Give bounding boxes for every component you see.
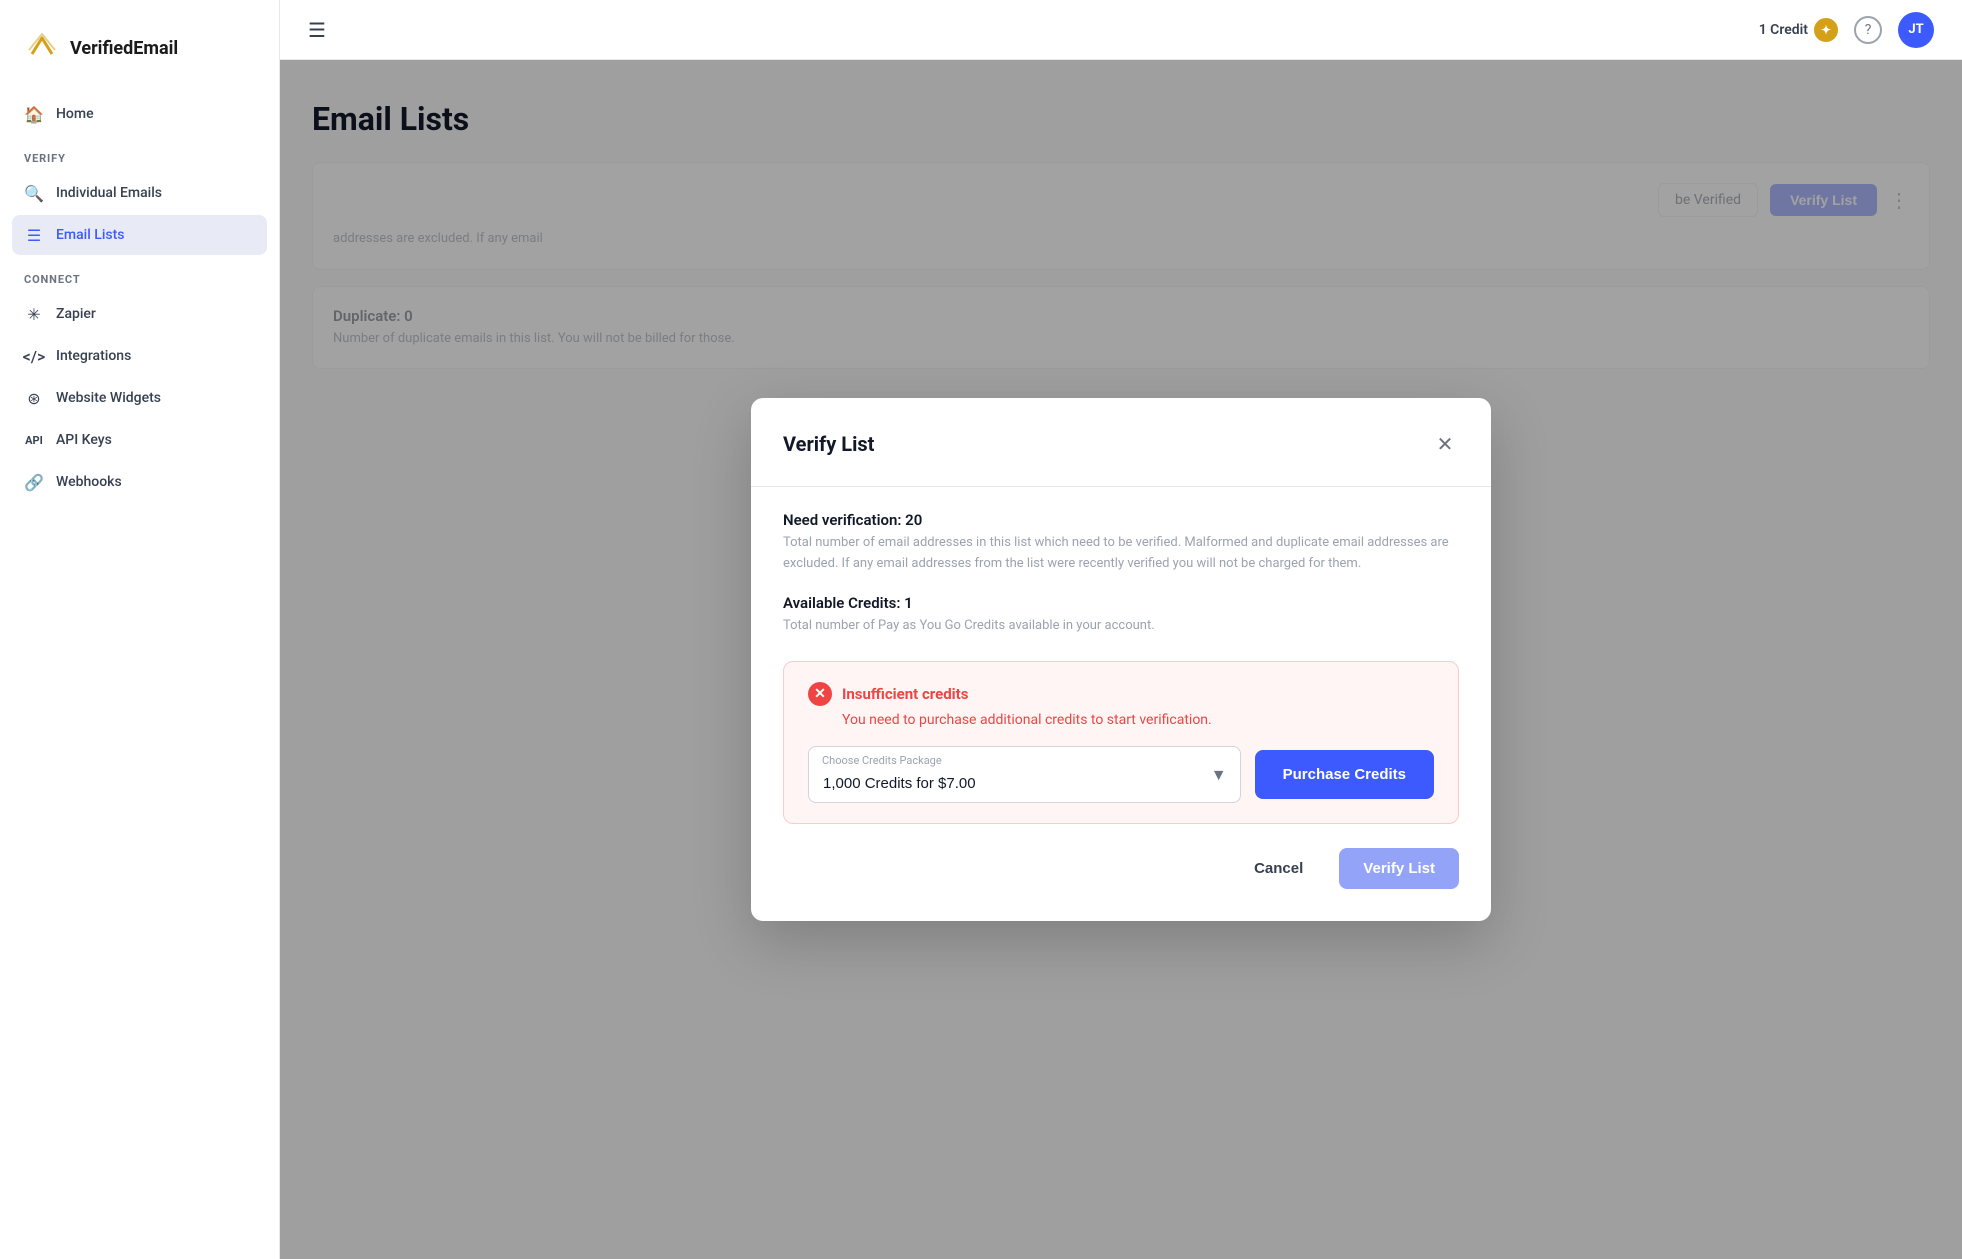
connect-section-label: CONNECT: [12, 257, 267, 294]
menu-icon[interactable]: ☰: [308, 18, 326, 42]
sidebar-item-webhooks[interactable]: 🔗 Webhooks: [12, 462, 267, 502]
modal-footer: Cancel Verify List: [783, 848, 1459, 889]
need-verification-desc: Total number of email addresses in this …: [783, 533, 1459, 575]
sidebar-item-zapier-label: Zapier: [56, 306, 96, 322]
error-header: ✕ Insufficient credits: [808, 682, 1434, 706]
sidebar-item-email-lists-label: Email Lists: [56, 227, 124, 243]
sidebar-item-webhooks-label: Webhooks: [56, 474, 122, 490]
avatar[interactable]: JT: [1898, 12, 1934, 48]
cancel-button[interactable]: Cancel: [1234, 848, 1323, 889]
purchase-credits-button[interactable]: Purchase Credits: [1255, 750, 1434, 799]
credits-label: 1 Credit: [1759, 22, 1808, 38]
sidebar-item-api-keys[interactable]: API API Keys: [12, 420, 267, 460]
webhooks-icon: 🔗: [24, 472, 44, 492]
topbar: ☰ 1 Credit ✦ ? JT: [280, 0, 1962, 60]
error-icon: ✕: [808, 682, 832, 706]
sidebar-item-home[interactable]: 🏠 Home: [12, 94, 267, 134]
sidebar-item-integrations-label: Integrations: [56, 348, 131, 364]
credits-coin-icon: ✦: [1814, 18, 1838, 42]
topbar-right: 1 Credit ✦ ? JT: [1759, 12, 1934, 48]
page-content: Email Lists be Verified Verify List ⋮ ad…: [280, 60, 1962, 1259]
verify-section-label: VERIFY: [12, 136, 267, 173]
verify-list-modal: Verify List ✕ Need verification: 20 Tota…: [751, 398, 1491, 921]
sidebar-item-api-keys-label: API Keys: [56, 432, 112, 448]
modal-title: Verify List: [783, 432, 874, 456]
sidebar-item-home-label: Home: [56, 106, 94, 122]
sidebar-item-individual-emails[interactable]: 🔍 Individual Emails: [12, 173, 267, 213]
sidebar-nav: 🏠 Home VERIFY 🔍 Individual Emails ☰ Emai…: [0, 94, 279, 1239]
modal-divider: [751, 486, 1491, 487]
need-verification-label: Need verification: 20: [783, 511, 1459, 529]
need-verification-section: Need verification: 20 Total number of em…: [783, 511, 1459, 575]
list-icon: ☰: [24, 225, 44, 245]
main-area: ☰ 1 Credit ✦ ? JT Email Lists be Verifie…: [280, 0, 1962, 1259]
error-title: Insufficient credits: [842, 685, 968, 703]
available-credits-section: Available Credits: 1 Total number of Pay…: [783, 594, 1459, 637]
help-icon[interactable]: ?: [1854, 16, 1882, 44]
api-icon: API: [24, 430, 44, 450]
zapier-icon: ✳: [24, 304, 44, 324]
sidebar-item-integrations[interactable]: </> Integrations: [12, 336, 267, 376]
sidebar-item-zapier[interactable]: ✳ Zapier: [12, 294, 267, 334]
sidebar-item-website-widgets-label: Website Widgets: [56, 390, 161, 406]
available-credits-label: Available Credits: 1: [783, 594, 1459, 612]
credits-badge: 1 Credit ✦: [1759, 18, 1838, 42]
modal-header: Verify List ✕: [783, 430, 1459, 458]
modal-overlay: Verify List ✕ Need verification: 20 Tota…: [280, 60, 1962, 1259]
sidebar-item-email-lists[interactable]: ☰ Email Lists: [12, 215, 267, 255]
logo-icon: [24, 30, 60, 66]
verify-list-button[interactable]: Verify List: [1339, 848, 1459, 889]
select-wrapper: Choose Credits Package 1,000 Credits for…: [808, 746, 1241, 803]
sidebar-item-individual-emails-label: Individual Emails: [56, 185, 162, 201]
home-icon: 🏠: [24, 104, 44, 124]
insufficient-credits-box: ✕ Insufficient credits You need to purch…: [783, 661, 1459, 824]
sidebar-item-website-widgets[interactable]: ⊛ Website Widgets: [12, 378, 267, 418]
search-icon: 🔍: [24, 183, 44, 203]
app-name: VerifiedEmail: [70, 38, 178, 59]
close-button[interactable]: ✕: [1431, 430, 1459, 458]
logo: VerifiedEmail: [0, 20, 279, 94]
credits-purchase-row: Choose Credits Package 1,000 Credits for…: [808, 746, 1434, 803]
available-credits-desc: Total number of Pay as You Go Credits av…: [783, 616, 1459, 637]
sidebar: VerifiedEmail 🏠 Home VERIFY 🔍 Individual…: [0, 0, 280, 1259]
error-message: You need to purchase additional credits …: [842, 712, 1434, 728]
credits-package-select[interactable]: 1,000 Credits for $7.00 5,000 Credits fo…: [808, 746, 1241, 803]
widget-icon: ⊛: [24, 388, 44, 408]
code-icon: </>: [24, 346, 44, 366]
